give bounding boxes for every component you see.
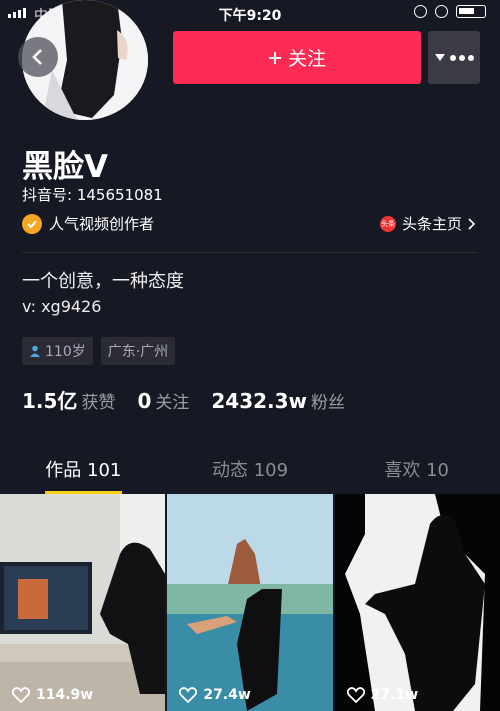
verified-check-icon xyxy=(22,213,42,234)
battery-icon xyxy=(456,5,486,18)
toutiao-logo-icon: 头条 xyxy=(379,215,396,232)
location-icon xyxy=(414,5,427,18)
profile-name: 黑脸V xyxy=(22,149,108,185)
profile-tabs: 作品 101 动态 109 喜欢 10 xyxy=(0,450,500,494)
back-button[interactable] xyxy=(18,37,58,77)
tab-activity[interactable]: 动态 109 xyxy=(167,450,334,494)
chevron-right-icon xyxy=(468,217,476,230)
more-button[interactable] xyxy=(428,31,480,84)
toutiao-label: 头条主页 xyxy=(401,215,462,233)
bio-line-1: 一个创意，一种态度 xyxy=(22,271,184,292)
profile-tags: 110岁 广东·广州 xyxy=(22,337,176,365)
tab-works[interactable]: 作品 101 xyxy=(0,450,167,494)
follow-label: 关注 xyxy=(287,48,326,70)
creator-label: 人气视频创作者 xyxy=(49,215,155,233)
divider xyxy=(22,252,478,253)
follow-button[interactable]: 关注 xyxy=(173,31,421,84)
douyin-id: 抖音号: 145651081 xyxy=(22,186,163,204)
likes-count: 114.9w xyxy=(12,687,93,703)
chevron-down-icon xyxy=(434,53,445,61)
alarm-icon xyxy=(435,5,448,18)
stat-following[interactable]: 0 关注 xyxy=(137,388,189,413)
heart-icon xyxy=(12,687,30,703)
stat-likes: 1.5亿 获赞 xyxy=(22,389,116,413)
stats-row: 1.5亿 获赞 0 关注 2432.3w 粉丝 xyxy=(22,385,345,414)
creator-badge-row: 人气视频创作者 xyxy=(22,213,154,234)
tab-likes[interactable]: 喜欢 10 xyxy=(333,450,500,494)
heart-icon xyxy=(346,687,365,703)
location-tag: 广东·广州 xyxy=(100,337,176,365)
stat-followers[interactable]: 2432.3w 粉丝 xyxy=(211,388,345,413)
age-tag: 110岁 xyxy=(22,337,93,365)
likes-count: 27.1w xyxy=(346,687,418,703)
video-thumbnail[interactable]: 114.9w xyxy=(0,494,166,711)
toutiao-homepage-link[interactable]: 头条 头条主页 xyxy=(379,213,476,234)
heart-icon xyxy=(179,687,198,703)
video-thumbnail[interactable]: 27.1w xyxy=(334,494,500,711)
plus-icon xyxy=(268,51,281,64)
video-grid: 114.9w 27.4w 27.1w xyxy=(0,494,500,711)
video-thumbnail[interactable]: 27.4w xyxy=(167,494,333,711)
more-dot-icon xyxy=(449,54,456,61)
chevron-left-icon xyxy=(32,49,42,65)
person-icon xyxy=(30,345,40,357)
bio-line-2: v: xg9426 xyxy=(22,297,102,316)
likes-count: 27.4w xyxy=(179,687,251,703)
